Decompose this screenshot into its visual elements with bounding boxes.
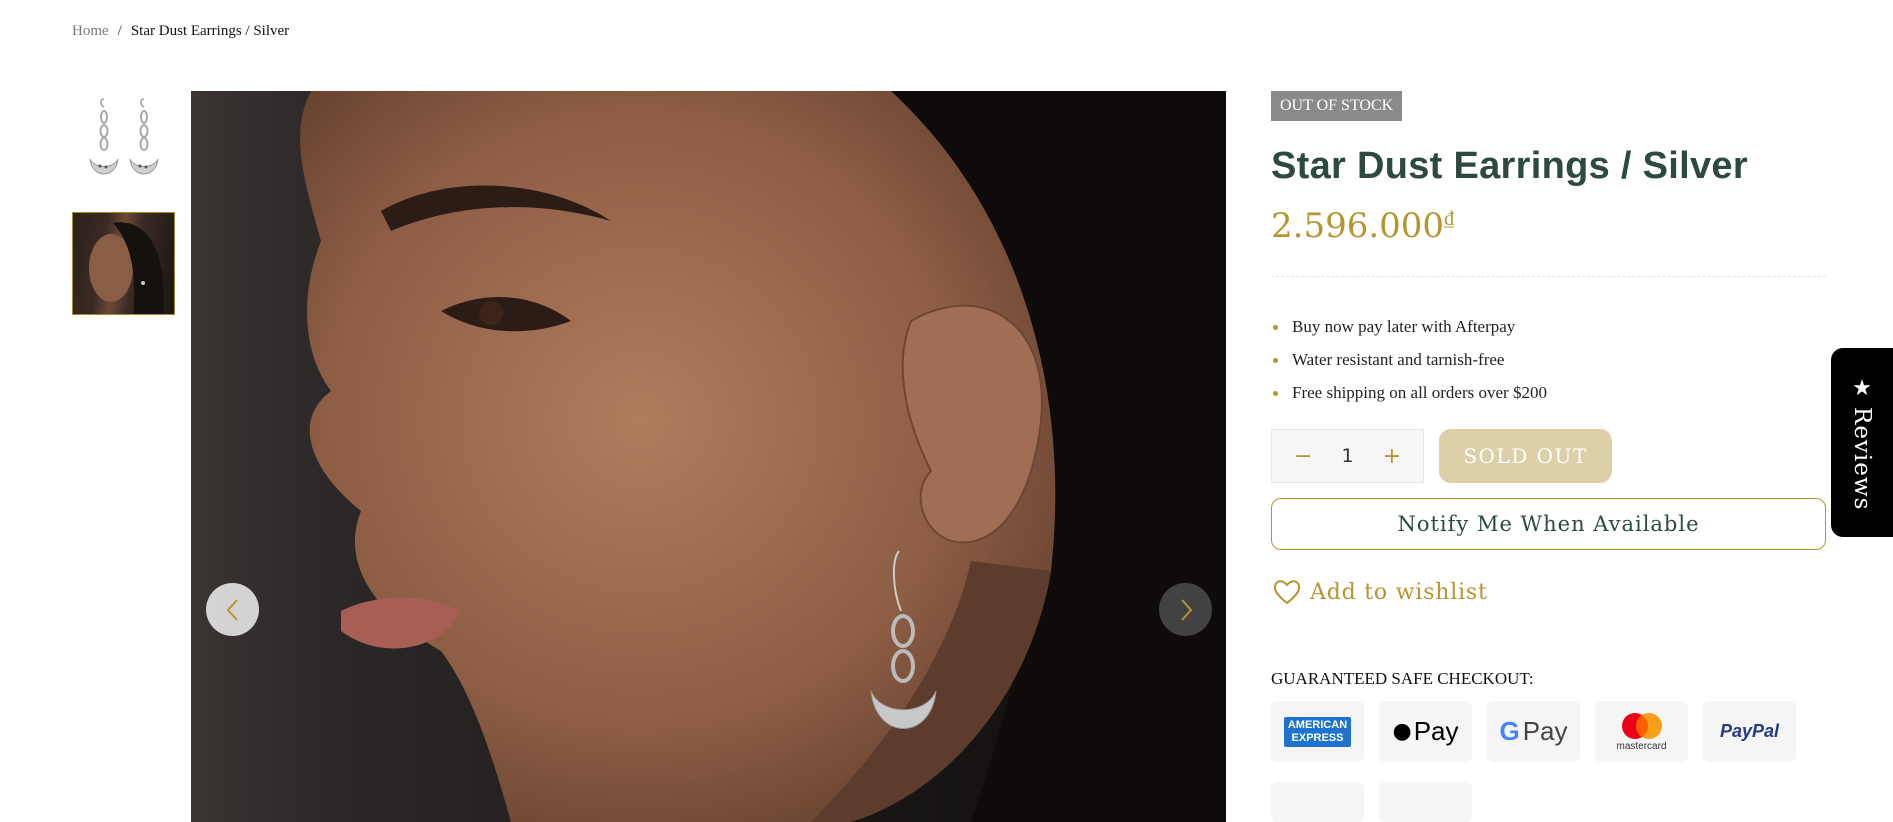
apple-pay-icon: ● Pay: [1379, 701, 1472, 762]
product-price: 2.596.000₫: [1271, 206, 1826, 246]
wishlist-label: Add to wishlist: [1310, 579, 1488, 605]
model-portrait-image: [300, 91, 1226, 822]
google-pay-icon: G Pay: [1487, 701, 1580, 762]
price-amount: 2.596.000: [1271, 206, 1445, 246]
star-icon: ★: [1852, 376, 1872, 401]
product-info: OUT OF STOCK Star Dust Earrings / Silver…: [1271, 91, 1826, 822]
paypal-label: PayPal: [1719, 721, 1780, 741]
model-thumbnail-image: [89, 222, 164, 314]
heart-icon: [1273, 580, 1301, 605]
divider: [1271, 276, 1826, 277]
feature-item: Water resistant and tarnish-free: [1271, 350, 1826, 370]
chevron-left-icon: [226, 598, 238, 621]
chevron-right-icon: [1180, 598, 1192, 621]
previous-image-button[interactable]: [206, 583, 259, 636]
breadcrumb: Home / Star Dust Earrings / Silver: [72, 23, 289, 40]
product-title: Star Dust Earrings / Silver: [1271, 145, 1748, 187]
amex-line-2: EXPRESS: [1291, 731, 1344, 744]
cart-row: − 1 + SOLD OUT: [1271, 429, 1826, 483]
quantity-decrease-button[interactable]: −: [1294, 444, 1312, 469]
quantity-input[interactable]: 1: [1341, 445, 1353, 467]
checkout-heading: GUARANTEED SAFE CHECKOUT:: [1271, 669, 1534, 688]
google-pay-label: Pay: [1522, 716, 1568, 746]
amex-icon: AMERICAN EXPRESS: [1271, 701, 1364, 762]
feature-item: Free shipping on all orders over $200: [1271, 383, 1826, 403]
quantity-increase-button[interactable]: +: [1383, 444, 1401, 469]
payment-icons-row-2: [1271, 782, 1826, 822]
feature-list: Buy now pay later with Afterpay Water re…: [1271, 317, 1826, 403]
feature-item: Buy now pay later with Afterpay: [1271, 317, 1826, 337]
amex-line-1: AMERICAN: [1287, 718, 1348, 731]
breadcrumb-home-link[interactable]: Home: [72, 23, 109, 39]
mastercard-label: mastercard: [1616, 741, 1667, 752]
currency-symbol: ₫: [1444, 206, 1455, 230]
thumbnail-earrings[interactable]: [72, 91, 175, 194]
breadcrumb-separator: /: [117, 23, 122, 39]
paypal-icon: PayPal: [1703, 701, 1796, 762]
apple-pay-label: Pay: [1413, 716, 1459, 746]
product-main-image[interactable]: [191, 91, 1226, 822]
breadcrumb-current: Star Dust Earrings / Silver: [130, 23, 290, 39]
earrings-product-image: [89, 98, 159, 175]
add-to-wishlist-button[interactable]: Add to wishlist: [1271, 579, 1826, 605]
payment-icon: [1379, 782, 1472, 822]
reviews-label: Reviews: [1849, 407, 1875, 511]
quantity-stepper: − 1 +: [1271, 429, 1424, 483]
mastercard-logo: [1621, 713, 1662, 739]
thumbnail-list: [72, 91, 176, 333]
next-image-button[interactable]: [1159, 583, 1212, 636]
stock-status-badge: OUT OF STOCK: [1271, 91, 1403, 121]
notify-me-button[interactable]: Notify Me When Available: [1271, 498, 1826, 550]
thumbnail-model[interactable]: [72, 212, 175, 315]
reviews-tab[interactable]: ★ Reviews: [1831, 348, 1893, 537]
payment-icons: AMERICAN EXPRESS ● Pay G Pay mastercard Pa…: [1271, 701, 1826, 762]
sold-out-button[interactable]: SOLD OUT: [1439, 429, 1612, 483]
mastercard-icon: mastercard: [1595, 701, 1688, 762]
payment-icon: [1271, 782, 1364, 822]
